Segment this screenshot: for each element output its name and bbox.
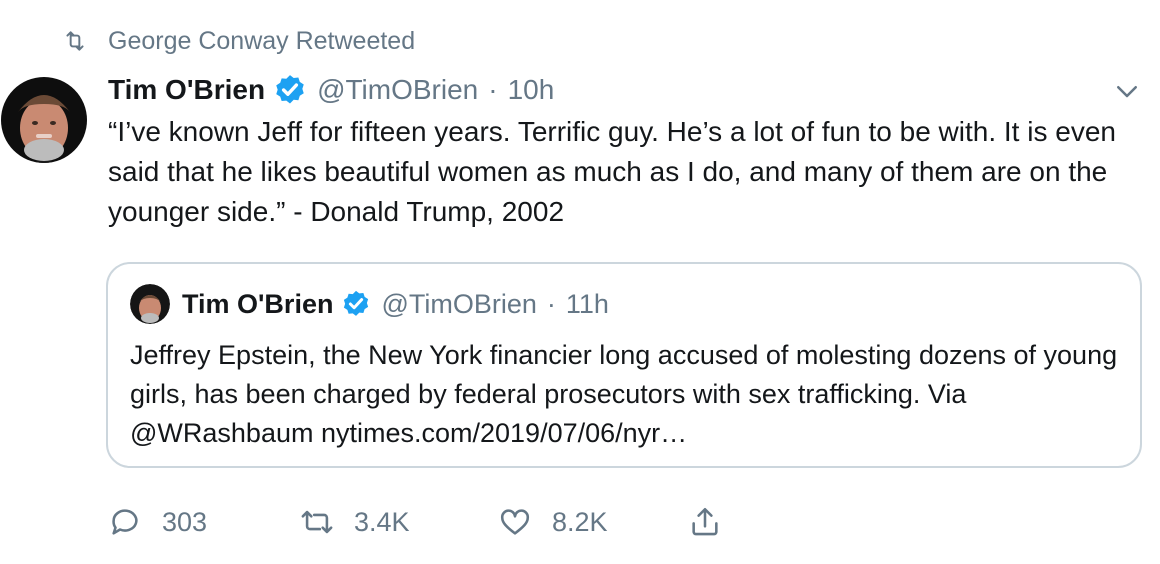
quoted-author-name: Tim O'Brien (182, 288, 334, 319)
retweet-button[interactable]: 3.4K (300, 505, 498, 539)
retweet-count: 3.4K (354, 506, 410, 537)
author-handle[interactable]: @TimOBrien (317, 74, 478, 106)
quoted-avatar (130, 284, 170, 324)
like-button[interactable]: 8.2K (498, 505, 688, 539)
author-name[interactable]: Tim O'Brien (108, 74, 265, 106)
tweet-timestamp[interactable]: 10h (508, 74, 555, 106)
retweet-icon (301, 510, 333, 534)
heart-icon (500, 509, 530, 535)
quoted-tweet-timestamp: 11h (565, 288, 609, 319)
tweet-actions: 303 3.4K 8.2K (108, 500, 742, 544)
quoted-tweet[interactable]: Tim O'Brien @TimOBrien · 11h Jeffrey Eps… (106, 262, 1142, 468)
retweet-context: George Conway Retweeted (60, 26, 415, 56)
tweet-header: Tim O'Brien @TimOBrien · 10h (108, 70, 554, 110)
avatar[interactable] (0, 70, 88, 170)
quoted-author-handle: @TimOBrien (381, 288, 537, 319)
verified-badge-icon (344, 290, 369, 316)
quoted-tweet-header: Tim O'Brien @TimOBrien · 11h (130, 284, 609, 324)
retweeted-by-label[interactable]: George Conway Retweeted (108, 27, 415, 56)
reply-icon (112, 509, 138, 535)
separator-dot: · (546, 288, 556, 319)
chevron-down-icon[interactable] (1112, 76, 1142, 106)
retweet-icon (66, 31, 84, 51)
share-button[interactable] (688, 505, 742, 539)
tweet-text: “I’ve known Jeff for fifteen years. Terr… (108, 116, 1116, 227)
separator-dot: · (488, 74, 498, 105)
reply-button[interactable]: 303 (108, 505, 300, 539)
reply-count: 303 (162, 506, 208, 537)
share-icon (692, 507, 718, 536)
verified-badge-icon (276, 75, 304, 104)
like-count: 8.2K (552, 506, 608, 537)
quoted-tweet-text: Jeffrey Epstein, the New York financier … (130, 340, 1118, 448)
